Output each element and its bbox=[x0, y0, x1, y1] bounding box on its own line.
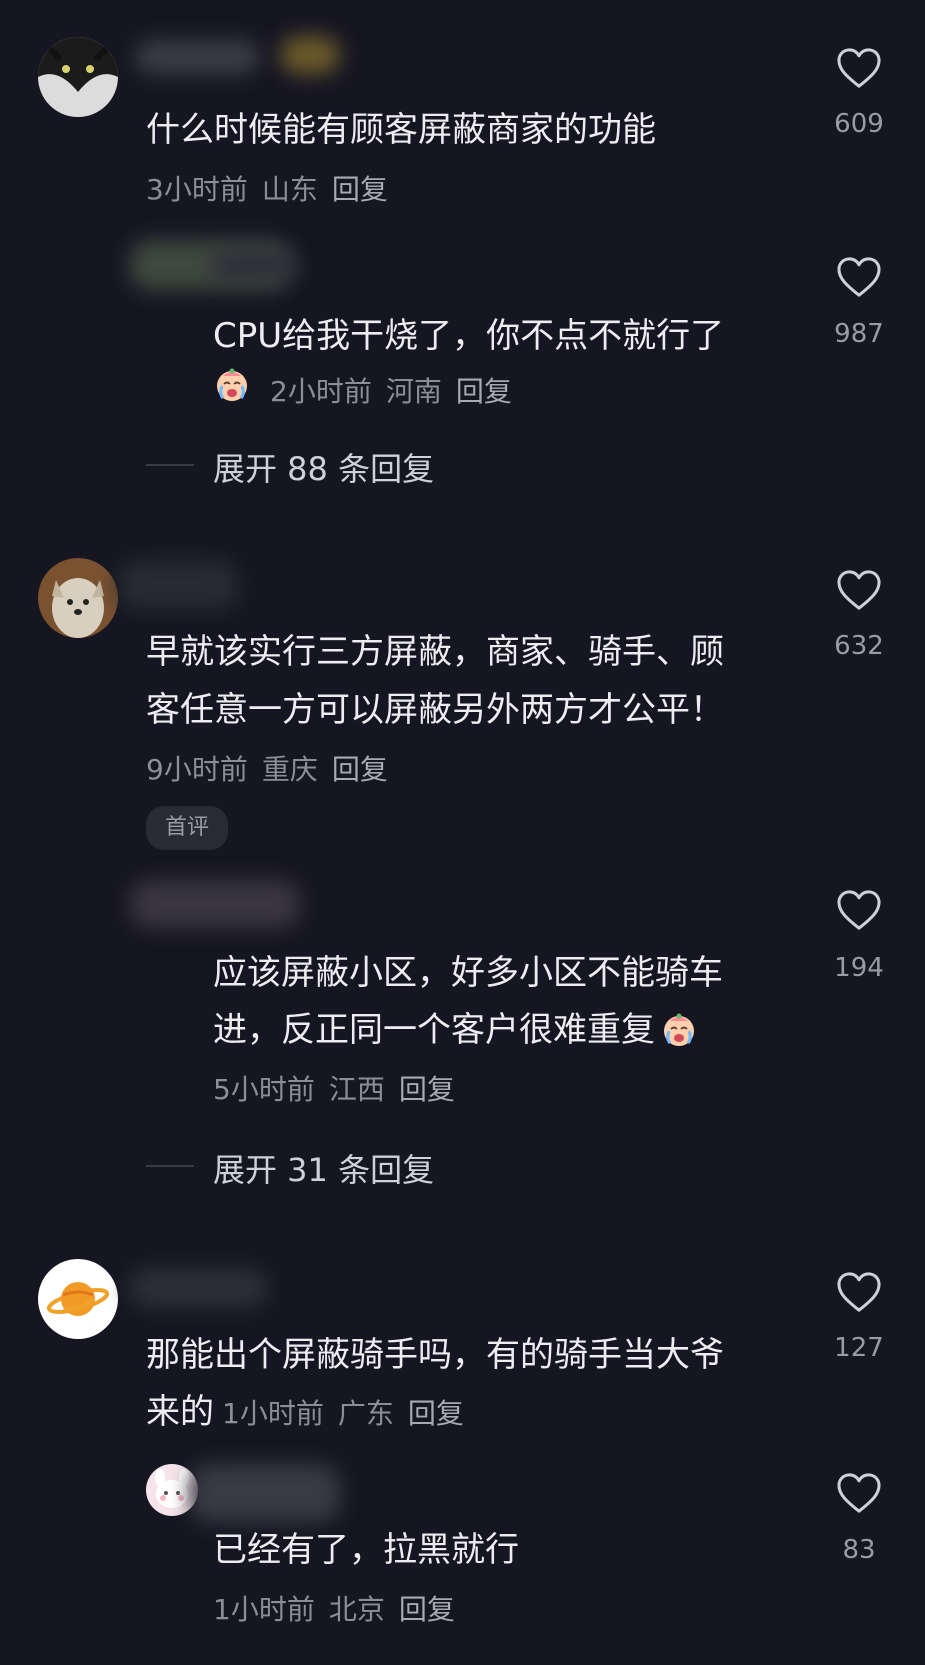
reply-time: 5小时前 bbox=[213, 1073, 315, 1106]
reply-text-line-2: 进，反正同一个客户很难重复 bbox=[213, 1001, 699, 1059]
comment-time: 9小时前 bbox=[146, 753, 248, 786]
heart-outline-icon[interactable] bbox=[836, 1271, 882, 1313]
reply-meta: 5小时前 江西 回复 bbox=[213, 1068, 469, 1108]
comment-text-line-1: 那能出个屏蔽骑手吗，有的骑手当大爷 bbox=[146, 1335, 724, 1375]
expand-divider bbox=[146, 1165, 194, 1167]
heart-outline-icon[interactable] bbox=[836, 569, 882, 611]
reply-text-line-2-text: 进，反正同一个客户很难重复 bbox=[213, 1010, 655, 1050]
like-count: 127 bbox=[834, 1333, 884, 1363]
reply-meta: 1小时前 北京 回复 bbox=[213, 1588, 469, 1628]
reply-text-line-1: 应该屏蔽小区，好多小区不能骑车 bbox=[213, 953, 723, 993]
comment-location: 广东 bbox=[337, 1397, 394, 1430]
comment-text-line-1: 早就该实行三方屏蔽，商家、骑手、顾 bbox=[146, 632, 724, 672]
reply-meta: 2小时前 河南 回复 bbox=[270, 370, 526, 410]
reply-location: 北京 bbox=[328, 1593, 385, 1626]
like-count: 83 bbox=[842, 1535, 876, 1565]
expand-replies-button[interactable]: 展开 31 条回复 bbox=[213, 1145, 434, 1191]
reply-time: 2小时前 bbox=[270, 375, 372, 408]
comment-time: 1小时前 bbox=[222, 1397, 324, 1430]
blurred-reply-username bbox=[130, 880, 300, 928]
first-comment-badge: 首评 bbox=[146, 806, 228, 850]
blurred-username bbox=[118, 560, 238, 610]
expand-divider bbox=[146, 464, 194, 466]
like-count: 609 bbox=[834, 109, 884, 139]
reply-button[interactable]: 回复 bbox=[399, 1073, 455, 1106]
heart-outline-icon[interactable] bbox=[836, 889, 882, 931]
user-avatar[interactable] bbox=[38, 558, 118, 638]
heart-outline-icon[interactable] bbox=[836, 256, 882, 298]
crying-emoji-icon bbox=[659, 1009, 699, 1049]
comment-text-line-2: 客任意一方可以屏蔽另外两方才公平！ bbox=[146, 690, 724, 730]
reply-button[interactable]: 回复 bbox=[399, 1593, 455, 1626]
comment-location: 山东 bbox=[261, 173, 318, 206]
comment-time: 3小时前 bbox=[146, 173, 248, 206]
blurred-reply-username-tail bbox=[210, 250, 300, 280]
reply-button[interactable]: 回复 bbox=[332, 753, 388, 786]
like-count: 987 bbox=[834, 319, 884, 349]
comment-text-line-2: 来的 1小时前 广东 回复 bbox=[146, 1383, 478, 1443]
reply-text: CPU给我干烧了，你不点不就行了 bbox=[213, 316, 725, 356]
comment-text: 什么时候能有顾客屏蔽商家的功能 bbox=[146, 110, 656, 150]
like-count: 632 bbox=[834, 631, 884, 661]
blurred-reply-username bbox=[190, 1464, 340, 1522]
planet-avatar-icon[interactable] bbox=[38, 1259, 118, 1339]
reply-button[interactable]: 回复 bbox=[332, 173, 388, 206]
like-count: 194 bbox=[834, 953, 884, 983]
heart-outline-icon[interactable] bbox=[836, 47, 882, 89]
reply-button[interactable]: 回复 bbox=[456, 375, 512, 408]
comment-text-line-2-text: 来的 bbox=[146, 1392, 214, 1432]
blurred-username bbox=[128, 1268, 268, 1308]
reply-button[interactable]: 回复 bbox=[408, 1397, 464, 1430]
blurred-badge bbox=[280, 36, 340, 74]
reply-location: 河南 bbox=[385, 375, 442, 408]
comment-meta: 3小时前 山东 回复 bbox=[146, 168, 402, 208]
reply-time: 1小时前 bbox=[213, 1593, 315, 1626]
comment-meta: 9小时前 重庆 回复 bbox=[146, 748, 402, 788]
blurred-username bbox=[135, 40, 260, 74]
expand-replies-button[interactable]: 展开 88 条回复 bbox=[213, 444, 434, 490]
comment-location: 重庆 bbox=[261, 753, 318, 786]
heart-outline-icon[interactable] bbox=[836, 1472, 882, 1514]
reply-location: 江西 bbox=[328, 1073, 385, 1106]
comment-meta: 1小时前 广东 回复 bbox=[222, 1397, 478, 1430]
reply-text: 已经有了，拉黑就行 bbox=[213, 1530, 519, 1570]
crying-emoji-icon bbox=[212, 364, 252, 404]
user-avatar[interactable] bbox=[38, 37, 118, 117]
